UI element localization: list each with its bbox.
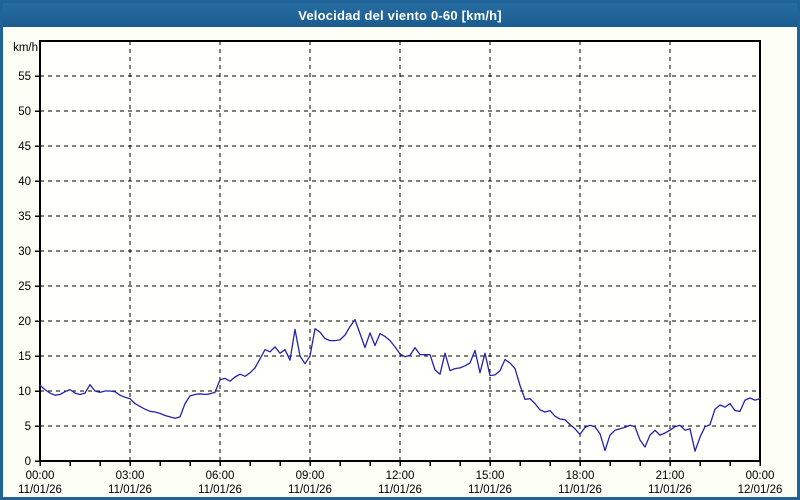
x-tick-labels: 00:00 11/01/26 03:00 11/01/26 06:00 11/01/26 0… [18, 470, 782, 496]
x-tick-time: 15:00 [476, 470, 505, 482]
chart-canvas: 0510152025303540455055km/h00:0011/01/260… [3, 27, 797, 497]
app-window: { "title_bar": { "title": "Velocidad del… [0, 0, 800, 500]
chart-title: Velocidad del viento 0-60 [km/h] [298, 8, 502, 23]
y-tick-label: 20 [18, 316, 31, 328]
y-tick-label: 0 [25, 456, 31, 468]
x-tick-date: 11/01/26 [18, 484, 62, 496]
x-tick-date: 11/01/26 [648, 484, 692, 496]
x-tick-date: 11/01/26 [198, 484, 242, 496]
x-tick-time: 12:00 [386, 470, 415, 482]
x-tick-time: 18:00 [566, 470, 595, 482]
x-tick-time: 00:00 [746, 470, 775, 482]
x-tick-time: 06:00 [206, 470, 235, 482]
y-tick-label: 25 [18, 281, 31, 293]
y-tick-label: 5 [25, 421, 31, 433]
x-tick-date: 11/01/26 [288, 484, 332, 496]
x-tick-date: 11/01/26 [468, 484, 512, 496]
x-tick-time: 03:00 [116, 470, 145, 482]
title-bar: Velocidad del viento 0-60 [km/h] [3, 3, 797, 27]
y-tick-labels: 0 5 10 15 20 25 30 35 40 45 50 55 [18, 71, 31, 468]
y-tick-label: 35 [18, 211, 31, 223]
y-tick-label: 45 [18, 141, 31, 153]
x-tick-date: 12/01/26 [738, 484, 783, 496]
y-tick-label: 55 [18, 71, 31, 83]
y-tick-label: 50 [18, 106, 31, 118]
x-tick-time: 21:00 [656, 470, 685, 482]
x-tick-date: 11/01/26 [378, 484, 422, 496]
y-axis-unit-label: km/h [13, 42, 38, 54]
y-tick-label: 15 [18, 351, 31, 363]
x-tick-time: 00:00 [26, 470, 55, 482]
x-tick-time: 09:00 [296, 470, 325, 482]
x-tick-date: 11/01/26 [108, 484, 152, 496]
wind-speed-chart: 0510152025303540455055km/h00:0011/01/260… [3, 27, 797, 497]
y-tick-label: 30 [18, 246, 31, 258]
x-tick-date: 11/01/26 [558, 484, 602, 496]
y-tick-label: 10 [18, 386, 31, 398]
y-tick-label: 40 [18, 176, 31, 188]
